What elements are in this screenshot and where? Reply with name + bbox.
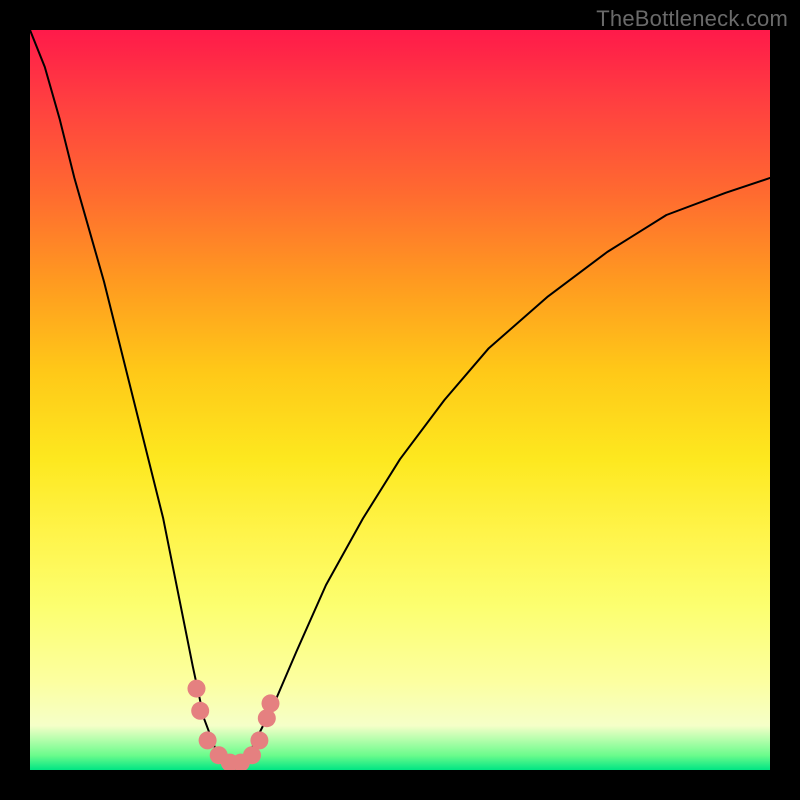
bottleneck-curve-svg <box>30 30 770 770</box>
data-label-dot <box>188 680 206 698</box>
data-label-dot <box>191 702 209 720</box>
gradient-plot-area <box>30 30 770 770</box>
data-label-dot <box>250 731 268 749</box>
data-label-dot <box>199 731 217 749</box>
data-label-dots <box>188 680 280 770</box>
bottleneck-curve-path <box>30 30 770 763</box>
data-label-dot <box>262 694 280 712</box>
watermark-text: TheBottleneck.com <box>596 6 788 32</box>
